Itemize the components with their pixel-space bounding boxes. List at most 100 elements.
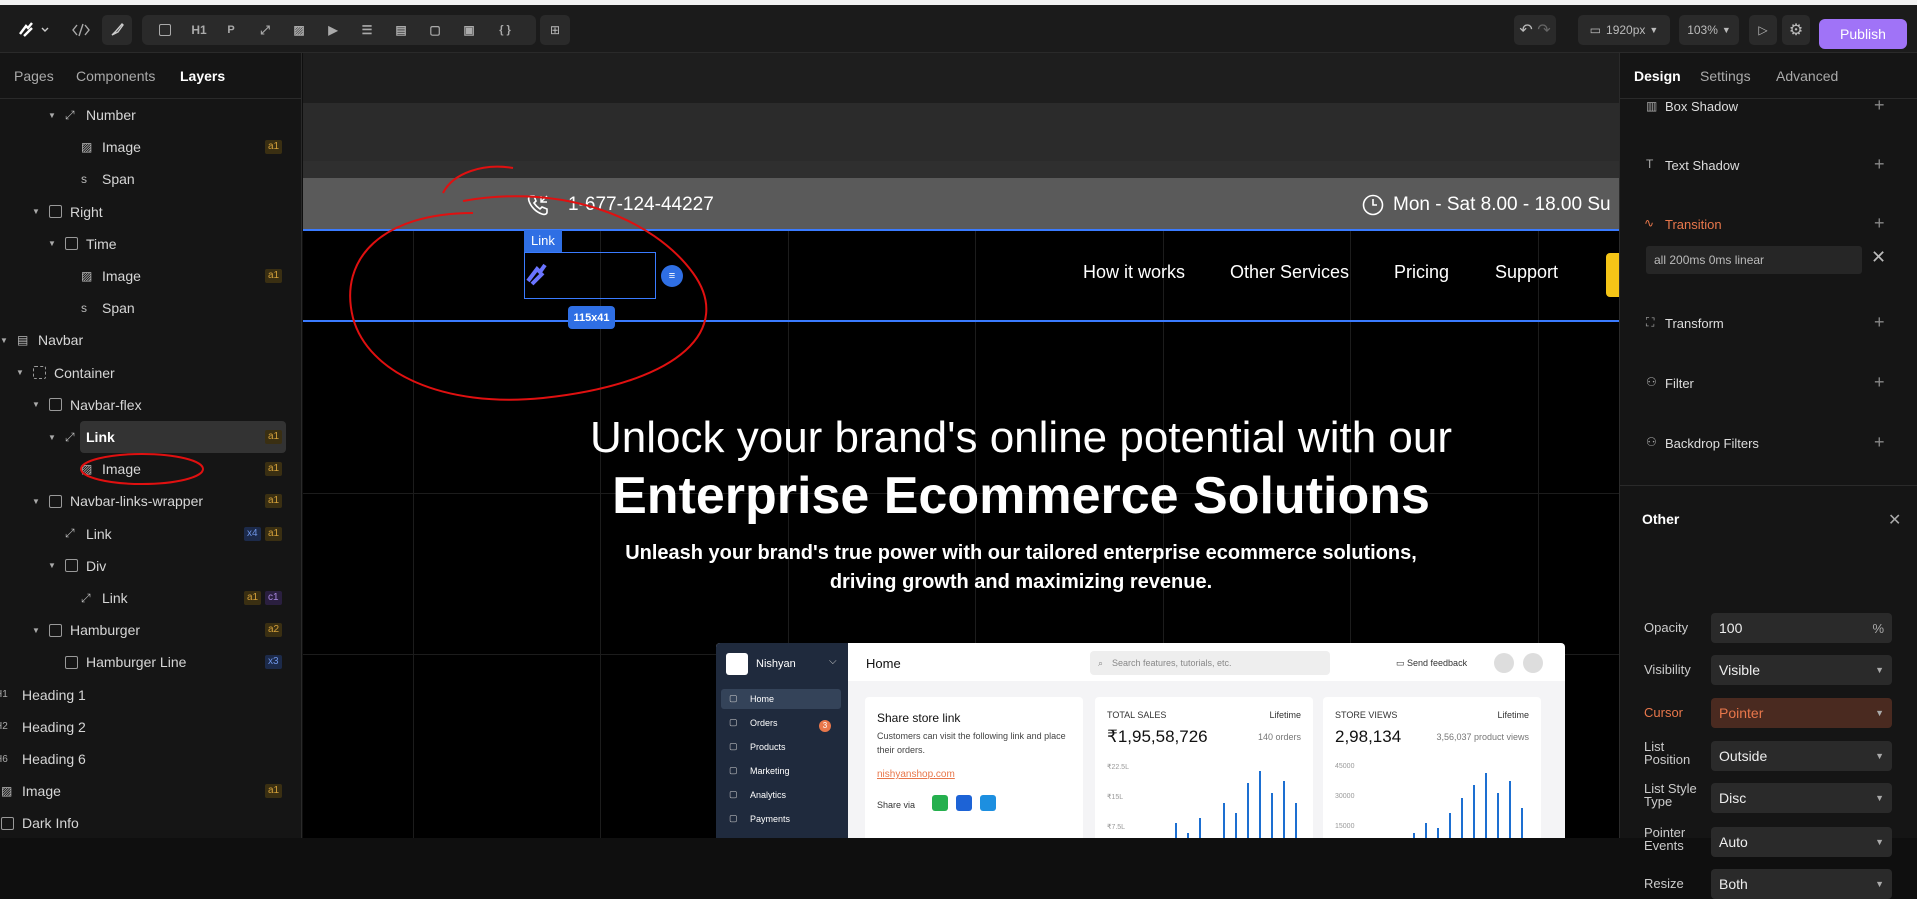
layer-row[interactable]: ▼ Navbar-flex	[0, 389, 302, 421]
layer-row[interactable]: Hamburger Line x3	[0, 646, 302, 678]
layer-row[interactable]: ▼ Right	[0, 196, 302, 228]
viewport-select[interactable]: ▭ 1920px ▼	[1578, 15, 1670, 45]
expand-caret-icon[interactable]: ▼	[32, 626, 40, 635]
layer-badge: a1	[265, 784, 283, 799]
layer-badge: a1	[244, 591, 262, 605]
layer-row[interactable]: ▼Dark Info	[0, 807, 302, 839]
pointer-events-field[interactable]: Auto ▼	[1711, 827, 1892, 857]
section-text-shadow[interactable]: Text Shadow	[1665, 158, 1739, 173]
preview-play-icon[interactable]: ▷	[1749, 15, 1777, 45]
tab-settings[interactable]: Settings	[1700, 68, 1751, 84]
field-label: List Position	[1644, 739, 1691, 767]
chevron-down-icon: ▼	[1649, 25, 1659, 35]
layer-row[interactable]: s Span	[0, 163, 302, 195]
section-transition[interactable]: Transition	[1665, 217, 1722, 232]
close-icon[interactable]: ✕	[1871, 247, 1886, 268]
layer-row[interactable]: ▼ Hamburger a2	[0, 614, 302, 646]
add-filter-icon[interactable]: +	[1874, 372, 1885, 393]
design-canvas[interactable]: 1-677-124-44227 Mon - Sat 8.00 - 18.00 S…	[303, 53, 1619, 838]
expand-caret-icon[interactable]: ▼	[32, 207, 40, 216]
h1-tool[interactable]: H1	[186, 15, 212, 45]
list-position-field[interactable]: Outside ▼	[1711, 741, 1892, 771]
transition-value[interactable]: all 200ms 0ms linear	[1646, 246, 1862, 274]
field-label: Visibility	[1644, 662, 1691, 677]
publish-button[interactable]: Publish	[1819, 19, 1907, 49]
layer-row[interactable]: ▼ Time	[0, 228, 302, 260]
video-tool-icon[interactable]: ▶	[320, 15, 346, 45]
layer-row[interactable]: s Span	[0, 292, 302, 324]
resize-field[interactable]: Both ▼	[1711, 869, 1892, 899]
expand-caret-icon[interactable]: ▼	[32, 400, 40, 409]
box-tool-icon[interactable]	[152, 15, 178, 45]
layer-label: Dark Info	[22, 815, 79, 832]
layer-row[interactable]: ▼ Navbar-links-wrapper a1	[0, 485, 302, 517]
layer-row[interactable]: ▼ Div	[0, 550, 302, 582]
text-block-tool-icon[interactable]: ▣	[456, 15, 482, 45]
list-style-type-field[interactable]: Disc ▼	[1711, 783, 1892, 813]
layer-row[interactable]: ▼ Container	[0, 357, 302, 389]
viewport-value: 1920px	[1606, 23, 1646, 37]
add-transform-icon[interactable]: +	[1874, 312, 1885, 333]
add-text-shadow-icon[interactable]: +	[1874, 154, 1885, 175]
brush-icon[interactable]	[102, 15, 132, 45]
opacity-field[interactable]: 100%	[1711, 613, 1892, 643]
image-tool-icon[interactable]: ▨	[286, 15, 312, 45]
section-filter[interactable]: Filter	[1665, 376, 1694, 391]
code-icon[interactable]	[68, 15, 94, 45]
file-tool-icon[interactable]: ▢	[422, 15, 448, 45]
add-transition-icon[interactable]: +	[1874, 213, 1885, 234]
layer-label: Div	[86, 557, 107, 574]
field-label: Resize	[1644, 876, 1684, 891]
add-component-icon[interactable]: ⊞	[540, 15, 570, 45]
undo-icon[interactable]: ↶	[1519, 20, 1532, 40]
expand-caret-icon[interactable]: ▼	[48, 239, 56, 248]
layer-row[interactable]: ▼ ▤ Navbar	[0, 324, 302, 356]
expand-caret-icon[interactable]: ▼	[32, 497, 40, 506]
expand-caret-icon[interactable]: ▼	[48, 111, 56, 120]
layer-row[interactable]: H1 Heading 1	[0, 679, 302, 711]
expand-caret-icon[interactable]: ▼	[0, 336, 8, 345]
link-tool-icon[interactable]: ⤢	[252, 15, 278, 45]
tab-pages[interactable]: Pages	[14, 68, 54, 84]
layer-label: Span	[102, 300, 135, 317]
section-box-shadow[interactable]: Box Shadow	[1665, 99, 1738, 114]
layer-row[interactable]: H2 Heading 2	[0, 711, 302, 743]
expand-caret-icon[interactable]: ▼	[48, 561, 56, 570]
layer-row[interactable]: ⤢ Link a1 c1	[0, 582, 302, 614]
layer-label: Navbar-links-wrapper	[70, 493, 204, 510]
code-embed-tool[interactable]: { }	[492, 15, 518, 45]
logo-menu-button[interactable]	[10, 15, 56, 45]
list-tool-icon[interactable]: ☰	[354, 15, 380, 45]
section-transform[interactable]: Transform	[1665, 316, 1724, 331]
box-icon	[49, 398, 62, 412]
chevron-down-icon: ▼	[1875, 665, 1884, 675]
paragraph-tool[interactable]: P	[218, 15, 244, 45]
section-tool-icon[interactable]: ▤	[388, 15, 414, 45]
tab-components[interactable]: Components	[76, 68, 155, 84]
layer-row[interactable]: ⤢ Link x4 a1	[0, 518, 302, 550]
redo-icon[interactable]: ↷	[1537, 20, 1550, 40]
box-icon	[65, 559, 78, 573]
layer-row[interactable]: ▨ Image a1	[0, 260, 302, 292]
layer-badge: a1	[265, 140, 283, 155]
tab-advanced[interactable]: Advanced	[1776, 68, 1838, 84]
add-backdrop-filter-icon[interactable]: +	[1874, 432, 1885, 453]
tab-layers[interactable]: Layers	[180, 68, 225, 84]
zoom-select[interactable]: 103% ▼	[1679, 15, 1739, 45]
chevron-down-icon: ▼	[1721, 25, 1731, 35]
cursor-field[interactable]: Pointer ▼	[1711, 698, 1892, 728]
settings-gear-icon[interactable]: ⚙	[1782, 15, 1810, 45]
section-backdrop-filters[interactable]: Backdrop Filters	[1665, 436, 1759, 451]
layer-row[interactable]: ▨ Image a1	[0, 131, 302, 163]
layer-row[interactable]: ▼ ⤢ Number	[0, 99, 302, 131]
layer-row[interactable]: ▨ Image a1	[0, 775, 302, 807]
tab-design[interactable]: Design	[1634, 68, 1681, 84]
expand-caret-icon[interactable]: ▼	[16, 368, 24, 377]
layer-row[interactable]: H6 Heading 6	[0, 743, 302, 775]
chevron-down-icon: ▼	[1875, 837, 1884, 847]
visibility-field[interactable]: Visible ▼	[1711, 655, 1892, 685]
close-icon[interactable]: ✕	[1888, 510, 1901, 530]
chevron-down-icon: ▼	[1875, 879, 1884, 889]
expand-caret-icon[interactable]: ▼	[48, 433, 56, 442]
add-box-shadow-icon[interactable]: +	[1874, 95, 1885, 116]
